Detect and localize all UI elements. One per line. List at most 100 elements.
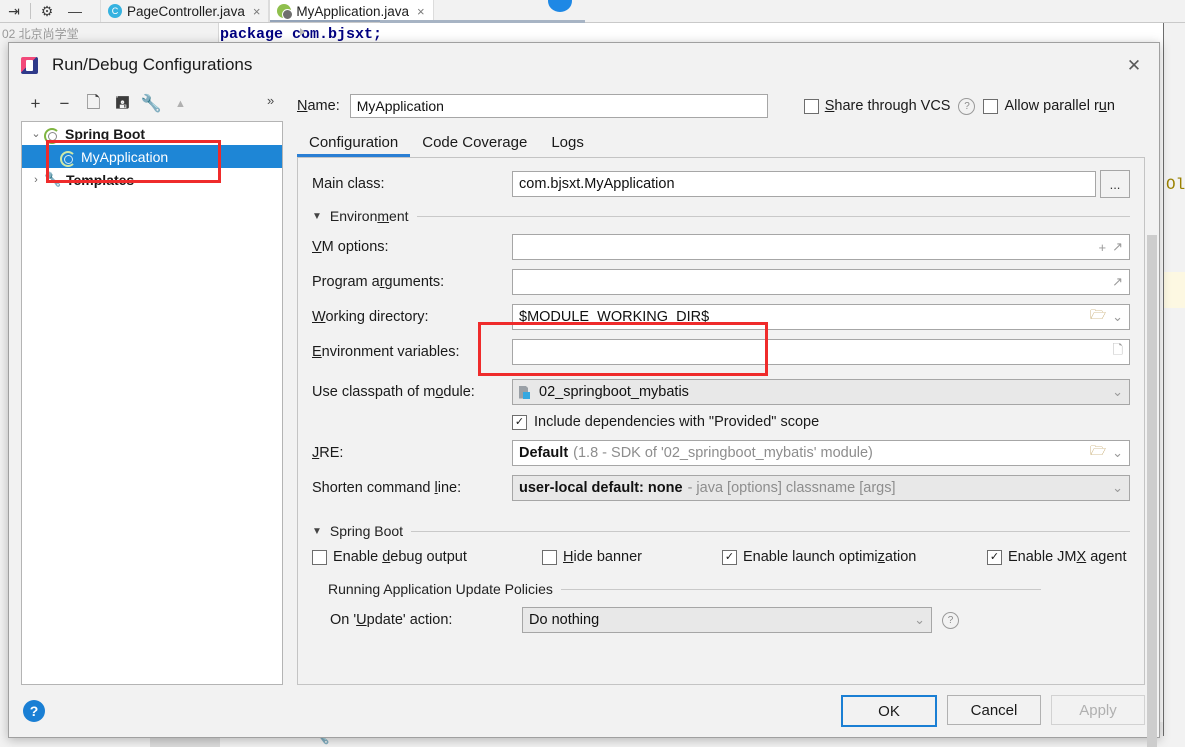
tree-node-myapplication[interactable]: MyApplication (22, 145, 282, 168)
environment-section-header[interactable]: ▼ Environment (312, 208, 1130, 224)
scrollbar-thumb[interactable] (1147, 235, 1157, 747)
allow-parallel-run-checkbox[interactable]: Allow parallel run (983, 98, 1115, 114)
tree-node-label: Spring Boot (65, 125, 146, 142)
dialog-body: + − 🗋 🖪 🔧 ▲ » ⌄ Spring Boot MyApplicatio… (9, 87, 1159, 747)
chevron-down-icon[interactable]: ⌄ (1112, 445, 1123, 461)
working-directory-input[interactable]: $MODULE_WORKING_DIR$ 🗁 ⌄ (512, 304, 1130, 330)
jre-combobox[interactable]: Default (1.8 - SDK of '02_springboot_myb… (512, 440, 1130, 466)
add-button[interactable]: + (21, 90, 50, 118)
chevron-down-icon[interactable]: ⌄ (914, 612, 925, 628)
environment-section-label: Environment (329, 208, 409, 224)
environment-variables-input[interactable]: 🗋 (512, 339, 1130, 365)
section-divider (560, 588, 1041, 590)
close-icon[interactable]: × (253, 4, 261, 19)
enable-debug-output-checkbox[interactable]: Enable debug output (312, 549, 542, 565)
shorten-command-line-combobox[interactable]: user-local default: none - java [options… (512, 475, 1130, 501)
remove-button[interactable]: − (50, 90, 79, 118)
jre-row: JRE: Default (1.8 - SDK of '02_springboo… (312, 440, 1130, 466)
enable-launch-optimization-label: Enable launch optimization (743, 549, 917, 565)
spring-icon (60, 149, 76, 167)
dialog-title-bar: Run/Debug Configurations ✕ (9, 43, 1159, 87)
expand-icon[interactable]: ↗ (1112, 239, 1123, 255)
toolbar-divider (30, 3, 31, 19)
save-configuration-button[interactable]: 🖪 (108, 90, 137, 118)
editor-tab-label: PageController.java (127, 3, 245, 19)
edit-templates-wrench-icon[interactable]: 🔧 (137, 90, 166, 118)
chevron-down-icon[interactable]: ⌄ (1112, 384, 1123, 400)
name-row-options: Share through VCS ? Allow parallel run (803, 97, 1115, 115)
use-classpath-row: Use classpath of module: 02_springboot_m… (312, 379, 1130, 405)
folder-icon[interactable]: 🗁 (1090, 306, 1106, 328)
working-directory-label: Working directory: (312, 309, 429, 325)
expand-icon[interactable]: ↗ (1112, 274, 1123, 290)
chevron-right-icon[interactable]: › (28, 174, 44, 186)
tab-code-coverage[interactable]: Code Coverage (410, 131, 539, 157)
shorten-command-line-hint: - java [options] classname [args] (687, 480, 896, 496)
close-icon[interactable]: ✕ (1123, 55, 1145, 77)
ok-button[interactable]: OK (841, 695, 937, 727)
name-input[interactable] (349, 94, 768, 118)
main-class-browse-button[interactable]: ... (1100, 170, 1130, 198)
folder-icon[interactable]: 🗁 (1090, 442, 1106, 464)
hide-banner-checkbox[interactable]: Hide banner (542, 549, 722, 565)
tab-configuration[interactable]: Configuration (297, 131, 411, 157)
configuration-tab-bar: Configuration Code Coverage Logs (297, 127, 1159, 157)
tab-logs[interactable]: Logs (539, 131, 596, 157)
chevron-down-icon[interactable]: ▼ (312, 211, 322, 222)
configuration-panel-scrollbar[interactable] (1145, 157, 1159, 747)
chevron-down-icon[interactable]: ▼ (312, 526, 322, 537)
chevron-down-icon[interactable]: ⌄ (1112, 309, 1123, 325)
intellij-icon (21, 56, 38, 74)
list-icon[interactable]: 🗋 (1113, 341, 1123, 363)
collapse-icon[interactable]: ⇥ (0, 0, 28, 22)
name-label: Name: (297, 98, 340, 114)
vm-options-input[interactable]: + ↗ (512, 234, 1130, 260)
settings-gear-icon[interactable]: ⚙ (33, 0, 61, 22)
apply-button[interactable]: Apply (1051, 695, 1145, 725)
copy-configuration-button[interactable]: 🗋 (79, 90, 108, 118)
tree-node-templates[interactable]: › 🔧 Templates (22, 168, 282, 191)
main-class-input[interactable]: com.bjsxt.MyApplication (512, 171, 1096, 197)
editor-tab-myapplication[interactable]: MyApplication.java × (269, 0, 434, 22)
checkbox-box: ✓ (987, 549, 1002, 565)
move-up-button[interactable]: ▲ (166, 90, 195, 118)
use-classpath-combobox[interactable]: 02_springboot_mybatis ⌄ (512, 379, 1130, 405)
run-indicator-icon (548, 0, 572, 12)
tree-node-spring-boot[interactable]: ⌄ Spring Boot (22, 122, 282, 145)
spring-boot-section-header[interactable]: ▼ Spring Boot (312, 523, 1130, 539)
working-directory-icons: 🗁 ⌄ (1090, 306, 1123, 328)
checkbox-box (542, 549, 557, 565)
ide-toolbar: ⇥ ⚙ — C PageController.java × MyApplicat… (0, 0, 1185, 23)
spring-boot-options-row: Enable debug output Hide banner ✓ Enable… (312, 549, 1130, 565)
help-icon[interactable]: ? (942, 611, 959, 629)
help-icon[interactable]: ? (23, 700, 45, 722)
enable-launch-optimization-checkbox[interactable]: ✓ Enable launch optimization (722, 549, 987, 565)
program-arguments-row: Program arguments: ↗ (312, 269, 1130, 295)
spring-icon (44, 126, 60, 144)
chevron-down-icon[interactable]: ⌄ (1112, 480, 1123, 496)
spring-boot-section-label: Spring Boot (329, 523, 404, 539)
chevron-down-icon[interactable]: ⌄ (28, 127, 44, 140)
plus-icon[interactable]: + (1099, 240, 1107, 255)
editor-tab-pagecontroller[interactable]: C PageController.java × (100, 0, 270, 22)
configurations-tree[interactable]: ⌄ Spring Boot MyApplication › 🔧 Template… (21, 121, 283, 685)
share-through-vcs-checkbox[interactable]: Share through VCS (803, 98, 951, 114)
share-through-vcs-label: Share through VCS (824, 98, 951, 114)
enable-jmx-agent-checkbox[interactable]: ✓ Enable JMX agent (987, 549, 1127, 565)
help-icon[interactable]: ? (958, 97, 976, 115)
toolbar-overflow-button[interactable]: » (267, 93, 274, 108)
on-update-action-label: On 'Update' action: (330, 612, 453, 628)
editor-fold-marker (300, 28, 305, 36)
use-classpath-value: 02_springboot_mybatis (539, 384, 689, 400)
cancel-button[interactable]: Cancel (947, 695, 1041, 725)
include-provided-checkbox[interactable]: ✓ (512, 414, 527, 430)
on-update-action-combobox[interactable]: Do nothing ⌄ (522, 607, 932, 633)
program-arguments-input[interactable]: ↗ (512, 269, 1130, 295)
configuration-panel: Main class: com.bjsxt.MyApplication ... … (297, 157, 1145, 685)
close-icon[interactable]: × (417, 4, 425, 19)
module-icon (519, 386, 533, 399)
editor-highlight-band (1164, 272, 1185, 308)
shorten-command-line-value: user-local default: none (519, 480, 683, 496)
minimize-icon[interactable]: — (61, 0, 89, 22)
main-class-value: com.bjsxt.MyApplication (519, 176, 675, 192)
